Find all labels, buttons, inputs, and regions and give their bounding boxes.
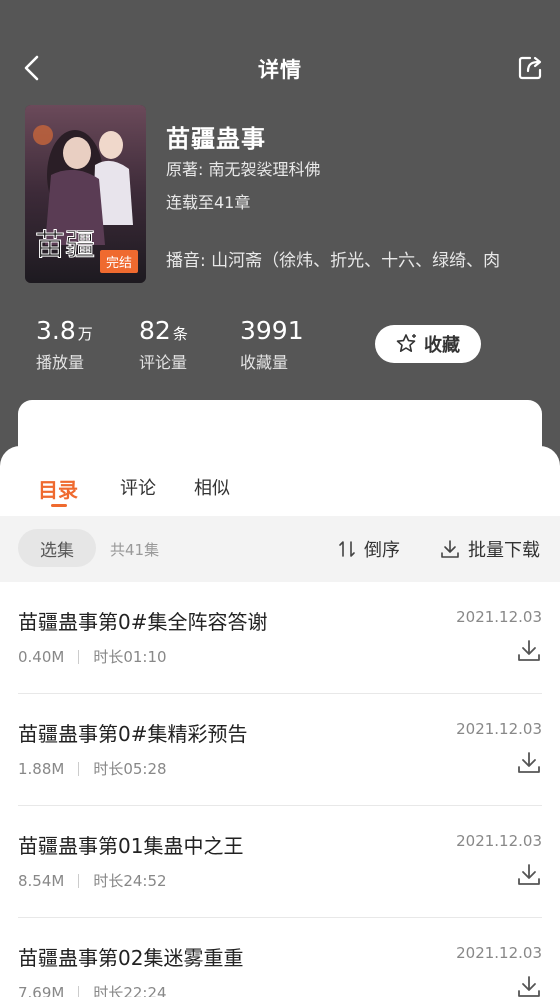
comments-label: 评论量 xyxy=(139,353,188,372)
stat-plays: 3.8 万 播放量 xyxy=(36,316,93,373)
episode-list: 苗疆蛊事第0#集全阵容答谢 2021.12.03 0.40M 时长01:10 苗… xyxy=(0,582,560,997)
active-tab-indicator xyxy=(51,504,67,507)
list-item[interactable]: 苗疆蛊事第01集蛊中之王 2021.12.03 8.54M 时长24:52 xyxy=(18,806,542,918)
tab-comments[interactable]: 评论 xyxy=(120,474,156,500)
tab-similar[interactable]: 相似 xyxy=(194,474,230,500)
episode-count: 共41集 xyxy=(110,541,160,559)
divider xyxy=(78,873,80,888)
plays-label: 播放量 xyxy=(36,353,85,372)
episode-toolbar: 选集 共41集 倒序 批量下载 xyxy=(0,516,560,582)
batch-download-label: 批量下载 xyxy=(468,540,540,561)
plays-unit: 万 xyxy=(77,325,93,343)
tab-bar: 目录 评论 相似 xyxy=(0,446,560,514)
episode-size: 0.40M xyxy=(18,647,65,666)
episode-duration: 时长01:10 xyxy=(93,648,167,666)
episode-title: 苗疆蛊事第02集迷雾重重 xyxy=(18,946,244,970)
tab-catalog[interactable]: 目录 xyxy=(38,474,78,503)
episode-title: 苗疆蛊事第0#集全阵容答谢 xyxy=(18,610,268,634)
episode-duration: 时长24:52 xyxy=(93,872,167,890)
download-icon xyxy=(441,540,459,558)
favorite-button[interactable]: 收藏 xyxy=(375,325,481,363)
book-voice-actors[interactable]: 播音: 山河斋（徐炜、折光、十六、绿绮、肉 xyxy=(166,246,560,271)
episode-date: 2021.12.03 xyxy=(456,720,542,738)
sort-icon xyxy=(339,541,355,557)
book-author[interactable]: 原著: 南无袈裟理科佛 xyxy=(166,156,320,180)
episode-size: 8.54M xyxy=(18,871,65,890)
episode-date: 2021.12.03 xyxy=(456,944,542,962)
page-title: 详情 xyxy=(258,58,302,82)
divider xyxy=(78,649,80,664)
plays-count: 3.8 xyxy=(36,316,76,345)
share-button[interactable] xyxy=(510,50,550,86)
episode-info: 8.54M 时长24:52 xyxy=(18,870,167,891)
batch-download-button[interactable]: 批量下载 xyxy=(440,536,540,562)
list-item[interactable]: 苗疆蛊事第02集迷雾重重 2021.12.03 7.69M 时长22:24 xyxy=(18,918,542,997)
star-plus-icon xyxy=(396,334,416,352)
content-panel: 目录 评论 相似 选集 共41集 倒序 批量下载 苗疆蛊事第0#集全阵容答谢 2… xyxy=(0,446,560,997)
share-icon xyxy=(518,56,542,80)
episode-info: 1.88M 时长05:28 xyxy=(18,758,167,779)
sort-label: 倒序 xyxy=(364,540,400,561)
episode-duration: 时长05:28 xyxy=(93,760,167,778)
episode-info: 7.69M 时长22:24 xyxy=(18,982,167,997)
stat-comments: 82 条 评论量 xyxy=(139,316,188,373)
book-chapters: 连载至41章 xyxy=(166,193,251,212)
list-item[interactable]: 苗疆蛊事第0#集精彩预告 2021.12.03 1.88M 时长05:28 xyxy=(18,694,542,806)
episode-title: 苗疆蛊事第01集蛊中之王 xyxy=(18,834,244,858)
svg-text:苗疆: 苗疆 xyxy=(35,228,95,263)
divider xyxy=(78,985,80,997)
download-icon[interactable] xyxy=(516,638,542,664)
book-cover[interactable]: 苗疆 完结 xyxy=(25,105,146,283)
favorites-label: 收藏量 xyxy=(240,353,289,372)
episode-title: 苗疆蛊事第0#集精彩预告 xyxy=(18,722,248,746)
episode-duration: 时长22:24 xyxy=(93,984,167,997)
episode-info: 0.40M 时长01:10 xyxy=(18,646,167,667)
comments-unit: 条 xyxy=(172,325,188,343)
divider xyxy=(78,761,80,776)
sort-button[interactable]: 倒序 xyxy=(338,536,400,562)
episode-date: 2021.12.03 xyxy=(456,608,542,626)
select-episodes-button[interactable]: 选集 xyxy=(18,529,96,567)
stat-favorites: 3991 收藏量 xyxy=(240,316,304,373)
download-icon[interactable] xyxy=(516,862,542,888)
comments-count: 82 xyxy=(139,316,171,345)
episode-size: 7.69M xyxy=(18,983,65,997)
detail-header: 详情 苗疆 完结 苗疆蛊事 原著: 南无袈裟理科佛 连载至41章 播音: 山河斋… xyxy=(0,0,560,400)
download-icon[interactable] xyxy=(516,974,542,997)
book-title: 苗疆蛊事 xyxy=(166,125,266,153)
status-badge: 完结 xyxy=(99,250,138,273)
episode-size: 1.88M xyxy=(18,759,65,778)
list-item[interactable]: 苗疆蛊事第0#集全阵容答谢 2021.12.03 0.40M 时长01:10 xyxy=(18,582,542,694)
download-icon[interactable] xyxy=(516,750,542,776)
favorite-button-label: 收藏 xyxy=(424,335,460,356)
episode-date: 2021.12.03 xyxy=(456,832,542,850)
favorites-count: 3991 xyxy=(240,316,304,345)
top-bar: 详情 xyxy=(0,40,560,96)
